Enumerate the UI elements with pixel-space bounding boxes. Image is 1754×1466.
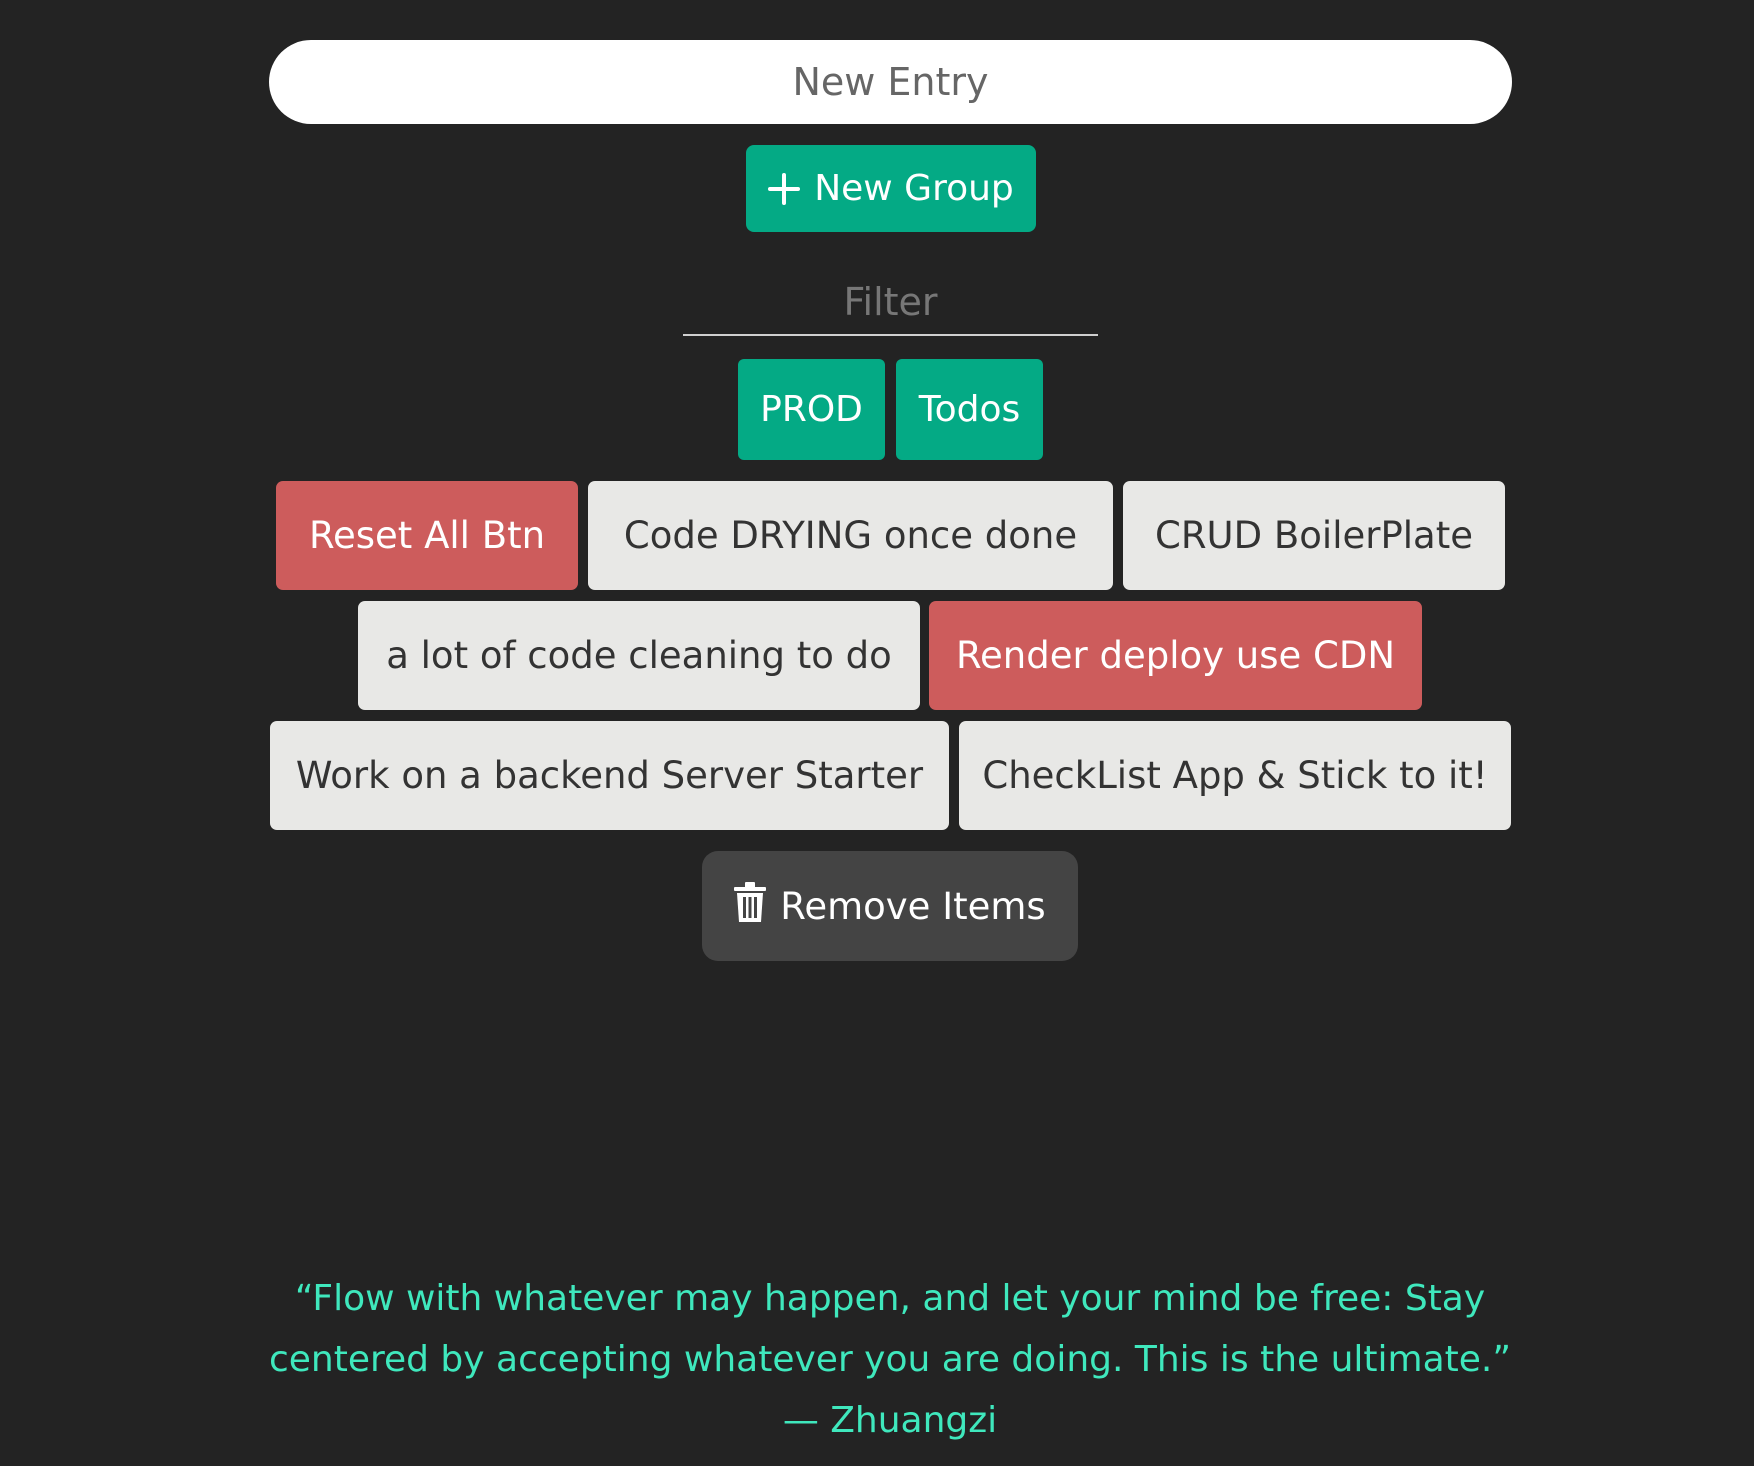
- quote-author: — Zhuangzi: [782, 1400, 998, 1441]
- list-item[interactable]: CRUD BoilerPlate: [1123, 481, 1505, 590]
- list-item[interactable]: a lot of code cleaning to do: [358, 601, 920, 710]
- filter-input[interactable]: [683, 270, 1098, 336]
- plus-icon: [768, 172, 801, 205]
- list-item[interactable]: Render deploy use CDN: [929, 601, 1422, 710]
- remove-items-button[interactable]: Remove Items: [702, 851, 1078, 961]
- trash-icon: [734, 881, 767, 931]
- new-group-button[interactable]: New Group: [746, 145, 1036, 232]
- group-tag-prod[interactable]: PROD: [738, 359, 885, 460]
- new-group-label: New Group: [814, 168, 1014, 209]
- new-entry-input[interactable]: [269, 40, 1512, 124]
- list-item[interactable]: Code DRYING once done: [588, 481, 1113, 590]
- list-item[interactable]: CheckList App & Stick to it!: [959, 721, 1511, 830]
- remove-items-label: Remove Items: [780, 884, 1046, 928]
- quote-block: “Flow with whatever may happen, and let …: [250, 1268, 1530, 1451]
- list-item[interactable]: Reset All Btn: [276, 481, 578, 590]
- group-tag-todos[interactable]: Todos: [896, 359, 1043, 460]
- quote-text: “Flow with whatever may happen, and let …: [268, 1278, 1512, 1380]
- list-item[interactable]: Work on a backend Server Starter: [270, 721, 949, 830]
